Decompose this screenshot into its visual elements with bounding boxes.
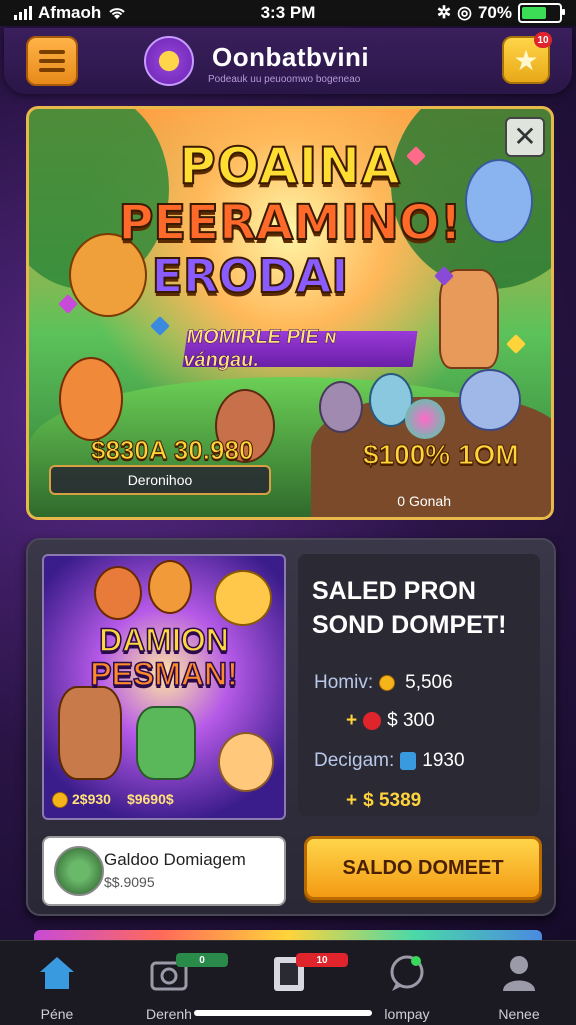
promo-title: SALED PRON SOND DOMPET!	[312, 577, 507, 639]
hero-price-left: $830A 30.980	[90, 435, 254, 466]
app-title: Oonbatbvini	[212, 42, 370, 72]
player-name: Galdoo Domiagem	[104, 850, 246, 869]
orb	[405, 399, 445, 439]
home-icon	[40, 957, 74, 989]
battery-fill	[522, 7, 546, 19]
app-logo-icon[interactable]	[144, 36, 194, 86]
hero-banner[interactable]: POAINA PEERAMINO! ERODAI MOMIRLE PIE ɴ v…	[26, 106, 554, 520]
nav-badge: 10	[296, 953, 348, 967]
promo-row-homiv: Homiv: 5,506	[314, 672, 453, 694]
promo-row-total: + $ 5389	[346, 790, 421, 812]
nav-item-profile[interactable]: Nenee	[464, 949, 574, 1023]
hero-character	[148, 560, 192, 614]
chat-icon	[390, 955, 424, 991]
gem-decoration	[506, 334, 526, 354]
close-icon[interactable]: ✕	[505, 117, 545, 157]
hero-title-line2: PEERAMINO!	[117, 194, 462, 252]
hero-ribbon: MOMIRLE PIE ɴ vángau.	[182, 326, 418, 371]
home-indicator[interactable]	[194, 1010, 372, 1016]
hamburger-menu-icon[interactable]	[26, 36, 78, 86]
promo-card: DAMION PESMAN! 2$930 $9690$ SALED PRON S…	[26, 538, 556, 916]
promo-art-price-left: 2$930	[52, 791, 111, 808]
promo-art-title-line2: PESMAN!	[89, 655, 238, 693]
nav-label: Nenee	[498, 1006, 540, 1022]
app-header: Oonbatbvini Podeauk uu peuoomwo bogeneao…	[4, 28, 572, 94]
creature-character	[459, 369, 521, 431]
star-icon[interactable]: ★ 10	[502, 32, 552, 84]
hero-character	[136, 706, 196, 780]
promo-row-decigam: Decigam: 1930	[314, 750, 465, 772]
avatar	[54, 846, 104, 896]
battery-icon	[518, 3, 565, 23]
promo-row-bonus: + $ 300	[346, 710, 435, 732]
player-card[interactable]: Galdoo Domiagem $$.9095	[42, 836, 286, 906]
gem-decoration	[150, 316, 170, 336]
notification-badge: 10	[534, 32, 552, 48]
status-bar: Afmaoh 3:3 PM ✲ ◎ 70%	[0, 0, 576, 26]
creature-character	[319, 381, 363, 433]
bluetooth-icon: ✲	[436, 3, 452, 22]
battery-percent: 70%	[477, 3, 512, 22]
alarm-icon: ◎	[457, 3, 472, 22]
coin-icon	[379, 675, 396, 691]
nav-item-home[interactable]: Péne	[2, 949, 112, 1023]
hero-pill-button[interactable]: Deronihoo	[49, 465, 271, 495]
hero-title-line3: ERODAI	[151, 248, 350, 304]
plus-sign: +	[346, 710, 358, 731]
hero-character	[58, 686, 122, 780]
cat-character	[214, 570, 272, 626]
hero-title-line1: POAINA	[178, 136, 401, 196]
rainbow-strip	[34, 930, 542, 940]
promo-artwork[interactable]: DAMION PESMAN! 2$930 $9690$	[42, 554, 286, 820]
hero-price-right: $100% 1OM	[363, 439, 520, 471]
plus-sign: +	[346, 790, 358, 811]
hero-footer-text: 0 Gonah	[397, 493, 451, 509]
gem-icon	[400, 752, 417, 770]
profile-icon	[503, 956, 535, 991]
player-coins: $$.9095	[104, 874, 155, 890]
promo-row-value: $ 300	[387, 710, 435, 731]
heart-icon	[363, 712, 382, 730]
promo-row-label: Homiv:	[314, 672, 374, 693]
promo-art-price-right: $9690$	[126, 790, 174, 807]
promo-row-value: 1930	[422, 750, 465, 771]
promo-row-value: $ 5389	[363, 790, 422, 811]
coin-icon	[52, 792, 68, 808]
app-subtitle: Podeauk uu peuoomwo bogeneao	[208, 74, 361, 85]
hero-character	[94, 566, 142, 620]
girl-character	[59, 357, 123, 441]
nav-badge: 0	[176, 953, 228, 967]
hero-character	[218, 732, 274, 792]
saldo-domeet-button[interactable]: SALDO DOMEET	[304, 836, 542, 900]
promo-row-label: Decigam:	[314, 750, 395, 771]
promo-info-panel: SALED PRON SOND DOMPET! Homiv: 5,506 + $…	[298, 554, 540, 816]
nav-label: Péne	[40, 1006, 74, 1022]
promo-row-value: 5,506	[405, 672, 453, 693]
promo-art-title-line1: DAMION	[98, 621, 229, 659]
